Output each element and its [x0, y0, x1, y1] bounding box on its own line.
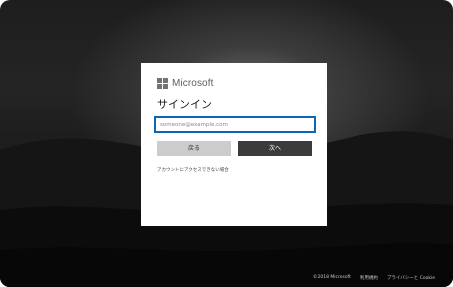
privacy-cookie-link[interactable]: プライバシーと Cookie — [387, 275, 435, 281]
terms-link[interactable]: 利用規約 — [360, 275, 378, 281]
microsoft-wordmark: Microsoft — [172, 78, 214, 89]
email-field-frame — [154, 116, 316, 133]
microsoft-logo: Microsoft — [157, 78, 213, 89]
signin-card: Microsoft サインイン 戻る 次へ アカウントにアクセスできない場合 — [141, 63, 327, 226]
cant-access-account-link[interactable]: アカウントにアクセスできない場合 — [157, 167, 229, 173]
back-button[interactable]: 戻る — [157, 141, 231, 156]
microsoft-logo-icon — [157, 78, 168, 89]
signin-screen: Microsoft サインイン 戻る 次へ アカウントにアクセスできない場合 ©… — [0, 0, 453, 287]
copyright-text: ©2018 Microsoft — [313, 275, 351, 280]
footer: ©2018 Microsoft 利用規約 プライバシーと Cookie — [313, 275, 435, 281]
email-field[interactable] — [158, 119, 316, 130]
next-button[interactable]: 次へ — [238, 141, 312, 156]
page-title: サインイン — [157, 98, 212, 111]
